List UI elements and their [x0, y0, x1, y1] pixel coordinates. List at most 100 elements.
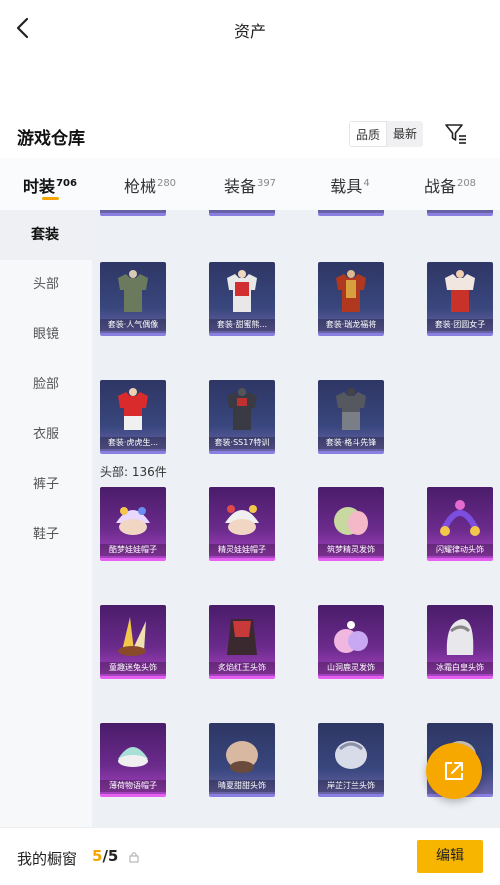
outfit-icon [227, 270, 257, 312]
outfit-icon [336, 388, 366, 430]
lock-icon [129, 852, 139, 863]
sidebar-item-head[interactable]: 头部 [0, 260, 92, 310]
item-card-partial[interactable] [427, 210, 493, 216]
item-card[interactable]: 薄荷物语帽子 [100, 723, 166, 797]
tab-supplies[interactable]: 战备208 [400, 158, 500, 210]
item-card[interactable]: 童趣迷兔头饰 [100, 605, 166, 679]
edit-button[interactable]: 编辑 [417, 840, 483, 873]
item-card[interactable]: 套装·格斗先锋 [318, 380, 384, 454]
outfit-icon [227, 388, 257, 430]
app-root: 资产 游戏仓库 品质 最新 时装706 枪械280 装备397 载具4 战备20… [0, 0, 500, 885]
item-name: 薄荷物语帽子 [100, 780, 166, 792]
item-card[interactable]: 套装·团圆女子 [427, 262, 493, 336]
page-title: 资产 [233, 22, 266, 41]
hat-icon [118, 617, 146, 656]
item-name: 筑梦精灵发饰 [318, 544, 384, 556]
tab-label: 战备 [423, 177, 456, 196]
outfit-icon [336, 270, 366, 312]
head-group-label: 头部: 136件 [100, 465, 167, 479]
hat-icon [334, 507, 368, 535]
tab-count: 397 [256, 177, 277, 189]
outfit-icon [445, 270, 475, 312]
item-card[interactable]: 套装·甜蜜熊... [209, 262, 275, 336]
sidebar-item-face[interactable]: 脸部 [0, 360, 92, 410]
item-card[interactable]: 山洞鹿灵发饰 [318, 605, 384, 679]
item-card[interactable]: 酷梦娃娃帽子 [100, 487, 166, 561]
closet-label: 我的橱窗 [17, 850, 78, 868]
tab-label: 装备 [223, 177, 256, 196]
item-card[interactable]: 炙焰红王头饰 [209, 605, 275, 679]
sidebar-item-shoes[interactable]: 鞋子 [0, 510, 92, 560]
sort-newest-option[interactable]: 最新 [387, 121, 423, 147]
item-name: 晴夏甜甜头饰 [209, 780, 275, 792]
item-card-partial[interactable] [209, 210, 275, 216]
tab-vehicles[interactable]: 载具4 [300, 158, 400, 210]
category-tabs: 时装706 枪械280 装备397 载具4 战备208 [0, 158, 500, 210]
tab-count: 280 [156, 177, 177, 189]
subcategory-sidebar: 套装 头部 眼镜 脸部 衣服 裤子 鞋子 [0, 210, 92, 827]
item-name: 套装·甜蜜熊... [209, 319, 275, 331]
item-name: 岸芷汀兰头饰 [318, 780, 384, 792]
item-name: 山洞鹿灵发饰 [318, 662, 384, 674]
item-card[interactable]: 套装·人气偶像 [100, 262, 166, 336]
closet-current: 5 [92, 847, 103, 865]
item-card[interactable]: 套装·SS17特训 [209, 380, 275, 454]
tab-count: 4 [363, 177, 370, 189]
item-name: 套装·团圆女子 [427, 319, 493, 331]
sidebar-item-pants[interactable]: 裤子 [0, 460, 92, 510]
hat-icon [226, 741, 258, 773]
sidebar-item-glasses[interactable]: 眼镜 [0, 310, 92, 360]
hat-icon [225, 505, 259, 535]
item-grid: 套装·人气偶像 套装·甜蜜熊... 套装·瑞龙福将 套装·团圆女子 套装·虎虎生… [92, 210, 500, 827]
outfit-icon [118, 388, 148, 430]
hat-icon [227, 619, 257, 655]
closet-total: /5 [102, 847, 119, 865]
item-card[interactable]: 闪耀律动头饰 [427, 487, 493, 561]
warehouse-header: 游戏仓库 品质 最新 [0, 116, 500, 152]
item-name: 套装·格斗先锋 [318, 437, 384, 449]
tab-equipment[interactable]: 装备397 [200, 158, 300, 210]
item-card[interactable]: 套装·虎虎生... [100, 380, 166, 454]
sidebar-item-suits[interactable]: 套装 [0, 210, 92, 260]
item-name: 套装·虎虎生... [100, 437, 166, 449]
tab-guns[interactable]: 枪械280 [100, 158, 200, 210]
hat-icon [335, 741, 367, 769]
tab-fashion[interactable]: 时装706 [0, 158, 100, 210]
hat-icon [446, 619, 474, 655]
item-name: 套装·人气偶像 [100, 319, 166, 331]
share-button[interactable] [426, 743, 482, 799]
item-name: 套装·SS17特训 [209, 437, 275, 449]
item-name: 闪耀律动头饰 [427, 544, 493, 556]
item-name: 套装·瑞龙福将 [318, 319, 384, 331]
item-card-partial[interactable] [318, 210, 384, 216]
item-card[interactable]: 冰霜白皇头饰 [427, 605, 493, 679]
sidebar-item-clothes[interactable]: 衣服 [0, 410, 92, 460]
tab-count: 706 [56, 177, 77, 189]
item-card[interactable]: 精灵娃娃帽子 [209, 487, 275, 561]
item-card-partial[interactable] [100, 210, 166, 216]
item-card[interactable]: 套装·瑞龙福将 [318, 262, 384, 336]
hat-icon [116, 507, 150, 535]
warehouse-title: 游戏仓库 [17, 129, 85, 149]
item-name: 冰霜白皇头饰 [427, 662, 493, 674]
item-card[interactable]: 筑梦精灵发饰 [318, 487, 384, 561]
sort-toggle: 品质 最新 [349, 121, 424, 147]
filter-icon [445, 124, 466, 144]
share-icon [445, 762, 463, 780]
item-name: 炙焰红王头饰 [209, 662, 275, 674]
sort-quality-option[interactable]: 品质 [349, 121, 388, 147]
item-card[interactable]: 岸芷汀兰头饰 [318, 723, 384, 797]
item-name: 童趣迷兔头饰 [100, 662, 166, 674]
outfit-icon [118, 270, 148, 312]
tab-label: 载具 [330, 177, 363, 196]
item-name: 精灵娃娃帽子 [209, 544, 275, 556]
hat-icon [440, 500, 480, 536]
filter-button[interactable] [444, 121, 468, 145]
hat-icon [118, 747, 148, 767]
item-card[interactable]: 晴夏甜甜头饰 [209, 723, 275, 797]
tab-label: 时装 [23, 177, 56, 196]
top-bar: 资产 [0, 0, 500, 58]
closet-count: 5/5 [92, 847, 118, 865]
item-name: 酷梦娃娃帽子 [100, 544, 166, 556]
tab-count: 208 [456, 177, 477, 189]
